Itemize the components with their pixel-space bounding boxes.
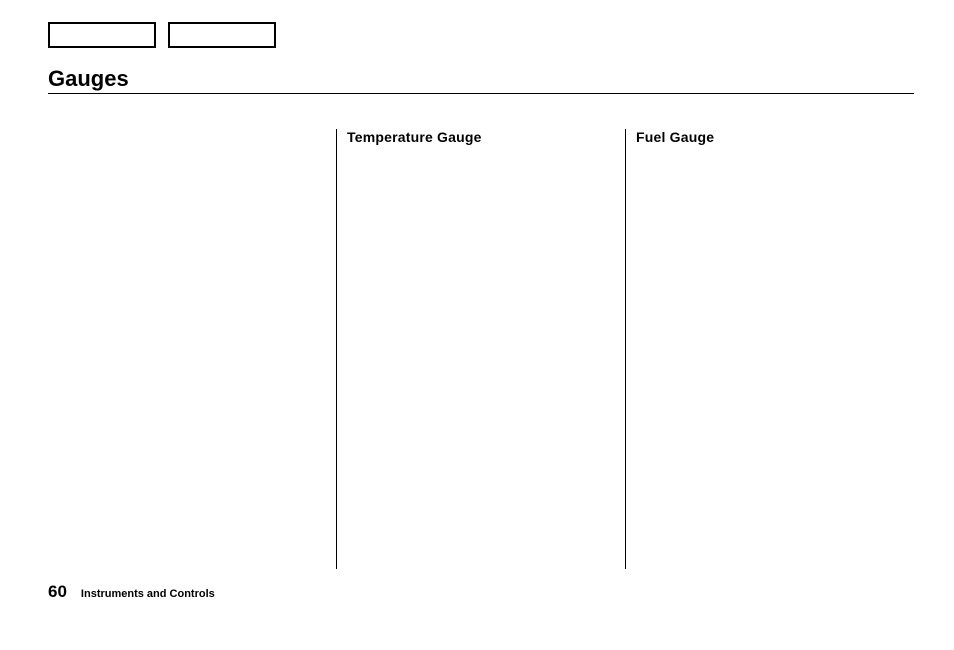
page-number: 60 [48,582,67,602]
title-rule [48,93,914,94]
top-box-row [48,22,276,48]
column-2: Temperature Gauge [336,129,625,569]
nav-box-2[interactable] [168,22,276,48]
content-columns: Temperature Gauge Fuel Gauge [48,129,914,569]
column-2-heading: Temperature Gauge [347,129,625,145]
column-3: Fuel Gauge [625,129,914,569]
column-1 [48,129,336,569]
column-3-heading: Fuel Gauge [636,129,914,145]
page-title: Gauges [48,66,129,92]
page-footer: 60 Instruments and Controls [48,582,215,602]
nav-box-1[interactable] [48,22,156,48]
footer-section-title: Instruments and Controls [81,588,215,600]
